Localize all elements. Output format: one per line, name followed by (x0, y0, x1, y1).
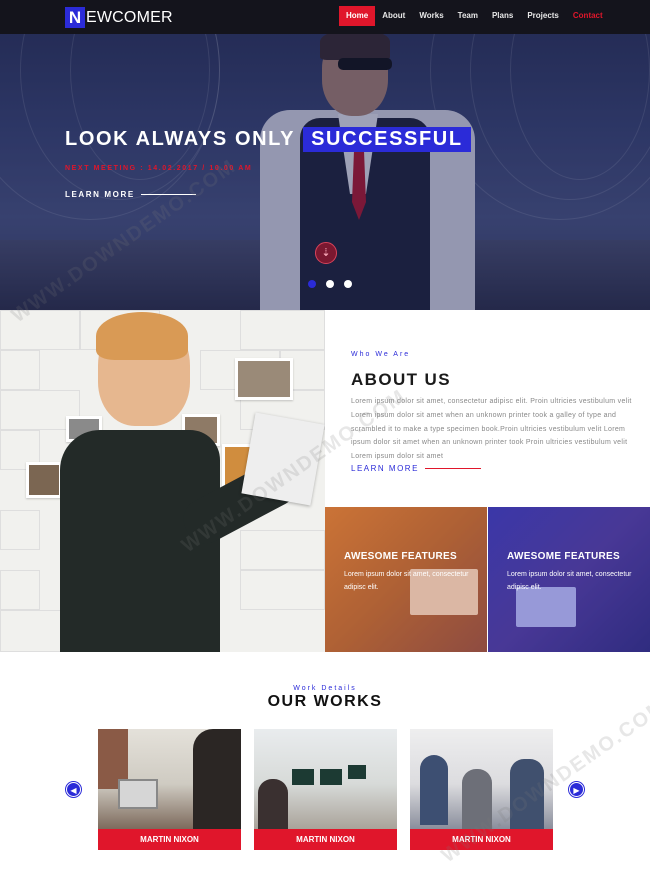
feature-title: AWESOME FEATURES (507, 551, 620, 562)
nav-item-about[interactable]: About (375, 6, 412, 26)
works-kicker: Work Details (293, 685, 357, 692)
work-card-2[interactable]: MARTIN NIXON (254, 729, 397, 850)
feature-description: Lorem ipsum dolor sit amet, consectetur … (507, 571, 632, 591)
hero-title-highlight: SUCCESSFUL (303, 127, 471, 152)
logo-mark: N (65, 7, 85, 28)
nav-item-projects[interactable]: Projects (520, 6, 566, 26)
works-title: OUR WORKS (267, 693, 383, 710)
about-title: ABOUT US (351, 370, 451, 389)
feature-card-2[interactable]: AWESOME FEATURES Lorem ipsum dolor sit a… (488, 507, 650, 652)
slider-dot-1[interactable] (308, 280, 316, 288)
nav-item-team[interactable]: Team (451, 6, 485, 26)
arrow-down-icon[interactable]: ⇣ (315, 242, 337, 264)
hero-learn-more-label: LEARN MORE (65, 190, 135, 199)
feature-title: AWESOME FEATURES (344, 551, 457, 562)
underline-decoration (140, 194, 196, 195)
work-card-1[interactable]: MARTIN NIXON (98, 729, 241, 850)
slider-dot-2[interactable] (326, 280, 334, 288)
main-menu: Home About Works Team Plans Projects Con… (339, 6, 610, 26)
work-caption: MARTIN NIXON (254, 829, 397, 850)
work-caption: MARTIN NIXON (410, 829, 553, 850)
about-learn-more-link[interactable]: LEARN MORE (351, 464, 481, 473)
about-kicker: Who We Are (351, 351, 411, 358)
nav-item-home[interactable]: Home (339, 6, 376, 26)
work-image (98, 729, 241, 829)
work-caption: MARTIN NIXON (98, 829, 241, 850)
hero-title: LOOK ALWAYS ONLY SUCCESSFUL (65, 127, 471, 152)
arrow-right-icon[interactable]: ▶ (569, 782, 584, 797)
nav-item-plans[interactable]: Plans (485, 6, 520, 26)
hero-slider: LOOK ALWAYS ONLY SUCCESSFUL NEXT MEETING… (0, 0, 650, 310)
slider-dots (308, 280, 362, 288)
work-image (254, 729, 397, 829)
about-image (0, 310, 325, 652)
slider-dot-3[interactable] (344, 280, 352, 288)
hero-subtitle: NEXT MEETING : 14.02.2017 / 10.00 AM (65, 165, 253, 172)
brand-logo[interactable]: N EWCOMER (65, 7, 173, 28)
about-body-text: Lorem ipsum dolor sit amet, consectetur … (351, 398, 632, 461)
underline-decoration (424, 468, 481, 469)
hero-title-main: LOOK ALWAYS ONLY (65, 128, 296, 150)
logo-text: EWCOMER (86, 8, 173, 26)
about-section: Who We Are ABOUT US Lorem ipsum dolor si… (325, 310, 650, 507)
feature-description: Lorem ipsum dolor sit amet, consectetur … (344, 571, 469, 591)
top-navigation: N EWCOMER Home About Works Team Plans Pr… (0, 0, 650, 34)
nav-item-works[interactable]: Works (412, 6, 450, 26)
arrow-left-icon[interactable]: ◀ (66, 782, 81, 797)
about-learn-more-label: LEARN MORE (351, 464, 419, 473)
work-card-3[interactable]: MARTIN NIXON (410, 729, 553, 850)
hero-learn-more-link[interactable]: LEARN MORE (65, 190, 196, 199)
feature-card-1[interactable]: AWESOME FEATURES Lorem ipsum dolor sit a… (325, 507, 487, 652)
nav-item-contact[interactable]: Contact (566, 6, 610, 26)
work-image (410, 729, 553, 829)
